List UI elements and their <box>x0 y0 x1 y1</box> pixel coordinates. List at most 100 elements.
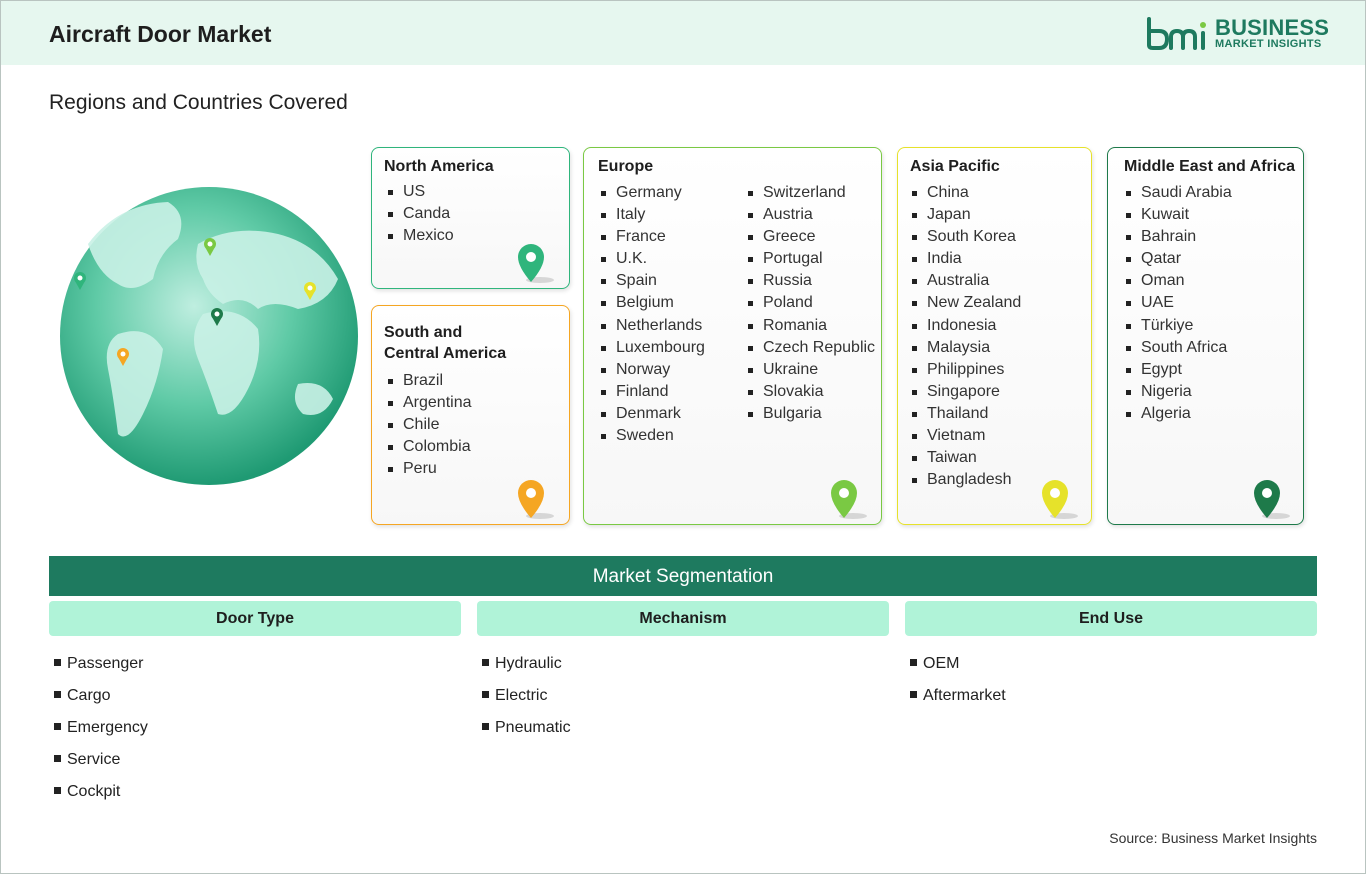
segment-list-mechanism: Hydraulic Electric Pneumatic <box>482 653 571 749</box>
country-item: South Africa <box>1124 337 1232 359</box>
country-item: Greece <box>746 226 875 248</box>
country-item: Poland <box>746 292 875 314</box>
country-item: U.K. <box>599 248 705 270</box>
bullet-square-icon <box>54 691 61 698</box>
country-item: Chile <box>386 414 472 436</box>
country-item: Canda <box>386 203 454 225</box>
logo-mark-icon <box>1147 17 1206 50</box>
bullet-square-icon <box>54 723 61 730</box>
country-item: Qatar <box>1124 248 1232 270</box>
globe-icon <box>60 187 358 485</box>
country-item: Oman <box>1124 270 1232 292</box>
country-item: China <box>910 182 1021 204</box>
country-item: India <box>910 248 1021 270</box>
segment-item: Electric <box>482 685 571 717</box>
country-item: Germany <box>599 182 705 204</box>
country-item: Switzerland <box>746 182 875 204</box>
segment-item: Cargo <box>54 685 148 717</box>
country-item: Singapore <box>910 381 1021 403</box>
country-list: Brazil Argentina Chile Colombia Peru <box>386 370 472 480</box>
bullet-square-icon <box>482 723 489 730</box>
country-item: Japan <box>910 204 1021 226</box>
region-card-asia-pacific: Asia Pacific China Japan South Korea Ind… <box>897 147 1092 525</box>
country-item: Portugal <box>746 248 875 270</box>
region-title: Asia Pacific <box>910 158 1000 175</box>
country-item: Malaysia <box>910 337 1021 359</box>
segment-item: Hydraulic <box>482 653 571 685</box>
country-item: Peru <box>386 458 472 480</box>
country-item: Luxembourg <box>599 337 705 359</box>
region-title: North America <box>384 158 494 175</box>
source-note: Source: Business Market Insights <box>1109 830 1317 846</box>
bullet-square-icon <box>482 659 489 666</box>
country-item: Denmark <box>599 403 705 425</box>
bullet-square-icon <box>910 659 917 666</box>
segment-heading-door-type: Door Type <box>49 601 461 636</box>
page-title: Aircraft Door Market <box>49 21 272 47</box>
segment-item: Cockpit <box>54 781 148 813</box>
bullet-square-icon <box>910 691 917 698</box>
region-title-line2: Central America <box>384 345 507 362</box>
country-item: Czech Republic <box>746 337 875 359</box>
country-item: Argentina <box>386 392 472 414</box>
region-card-south-central-america: South and Central America Brazil Argenti… <box>371 305 570 525</box>
country-item: Bangladesh <box>910 469 1021 491</box>
bullet-square-icon <box>482 691 489 698</box>
logo-word-market-insights: MARKET INSIGHTS <box>1215 38 1322 50</box>
segment-list-end-use: OEM Aftermarket <box>910 653 1006 717</box>
country-item: Egypt <box>1124 359 1232 381</box>
section-subtitle: Regions and Countries Covered <box>49 91 348 114</box>
location-pin-icon <box>1042 480 1078 519</box>
country-item: Mexico <box>386 225 454 247</box>
bullet-square-icon <box>54 659 61 666</box>
country-item: Vietnam <box>910 425 1021 447</box>
country-item: Nigeria <box>1124 381 1232 403</box>
country-item: Russia <box>746 270 875 292</box>
location-pin-icon <box>518 480 554 519</box>
country-item: Türkiye <box>1124 315 1232 337</box>
country-item: US <box>386 181 454 203</box>
country-item: Algeria <box>1124 403 1232 425</box>
country-item: Slovakia <box>746 381 875 403</box>
country-item: Australia <box>910 270 1021 292</box>
bullet-square-icon <box>54 787 61 794</box>
country-list-col2: Switzerland Austria Greece Portugal Russ… <box>746 182 875 425</box>
country-list-col1: Germany Italy France U.K. Spain Belgium … <box>599 182 705 447</box>
country-item: UAE <box>1124 292 1232 314</box>
bullet-square-icon <box>54 755 61 762</box>
region-card-europe: Europe Germany Italy France U.K. Spain B… <box>583 147 882 525</box>
country-item: Sweden <box>599 425 705 447</box>
country-item: South Korea <box>910 226 1021 248</box>
region-title-line1: South and <box>384 324 463 341</box>
company-logo: BUSINESS MARKET INSIGHTS <box>1145 15 1329 55</box>
location-pin-icon <box>1254 480 1290 519</box>
segment-item: OEM <box>910 653 1006 685</box>
country-item: Saudi Arabia <box>1124 182 1232 204</box>
country-item: Belgium <box>599 292 705 314</box>
segment-item: Pneumatic <box>482 717 571 749</box>
country-item: Austria <box>746 204 875 226</box>
country-item: Netherlands <box>599 315 705 337</box>
country-list: China Japan South Korea India Australia … <box>910 182 1021 491</box>
country-list: Saudi Arabia Kuwait Bahrain Qatar Oman U… <box>1124 182 1232 425</box>
segment-heading-end-use: End Use <box>905 601 1317 636</box>
country-item: Italy <box>599 204 705 226</box>
country-item: Indonesia <box>910 315 1021 337</box>
segment-item: Passenger <box>54 653 148 685</box>
segment-item: Service <box>54 749 148 781</box>
country-item: France <box>599 226 705 248</box>
country-item: Spain <box>599 270 705 292</box>
segment-item: Emergency <box>54 717 148 749</box>
country-item: Taiwan <box>910 447 1021 469</box>
segment-item: Aftermarket <box>910 685 1006 717</box>
country-item: Bahrain <box>1124 226 1232 248</box>
segmentation-title-bar: Market Segmentation <box>49 556 1317 596</box>
region-card-middle-east-africa: Middle East and Africa Saudi Arabia Kuwa… <box>1107 147 1304 525</box>
region-title: South and Central America <box>384 322 506 364</box>
country-item: Romania <box>746 315 875 337</box>
region-title: Europe <box>598 158 654 175</box>
country-item: Finland <box>599 381 705 403</box>
country-item: Colombia <box>386 436 472 458</box>
location-pin-icon <box>831 480 867 519</box>
country-item: Kuwait <box>1124 204 1232 226</box>
